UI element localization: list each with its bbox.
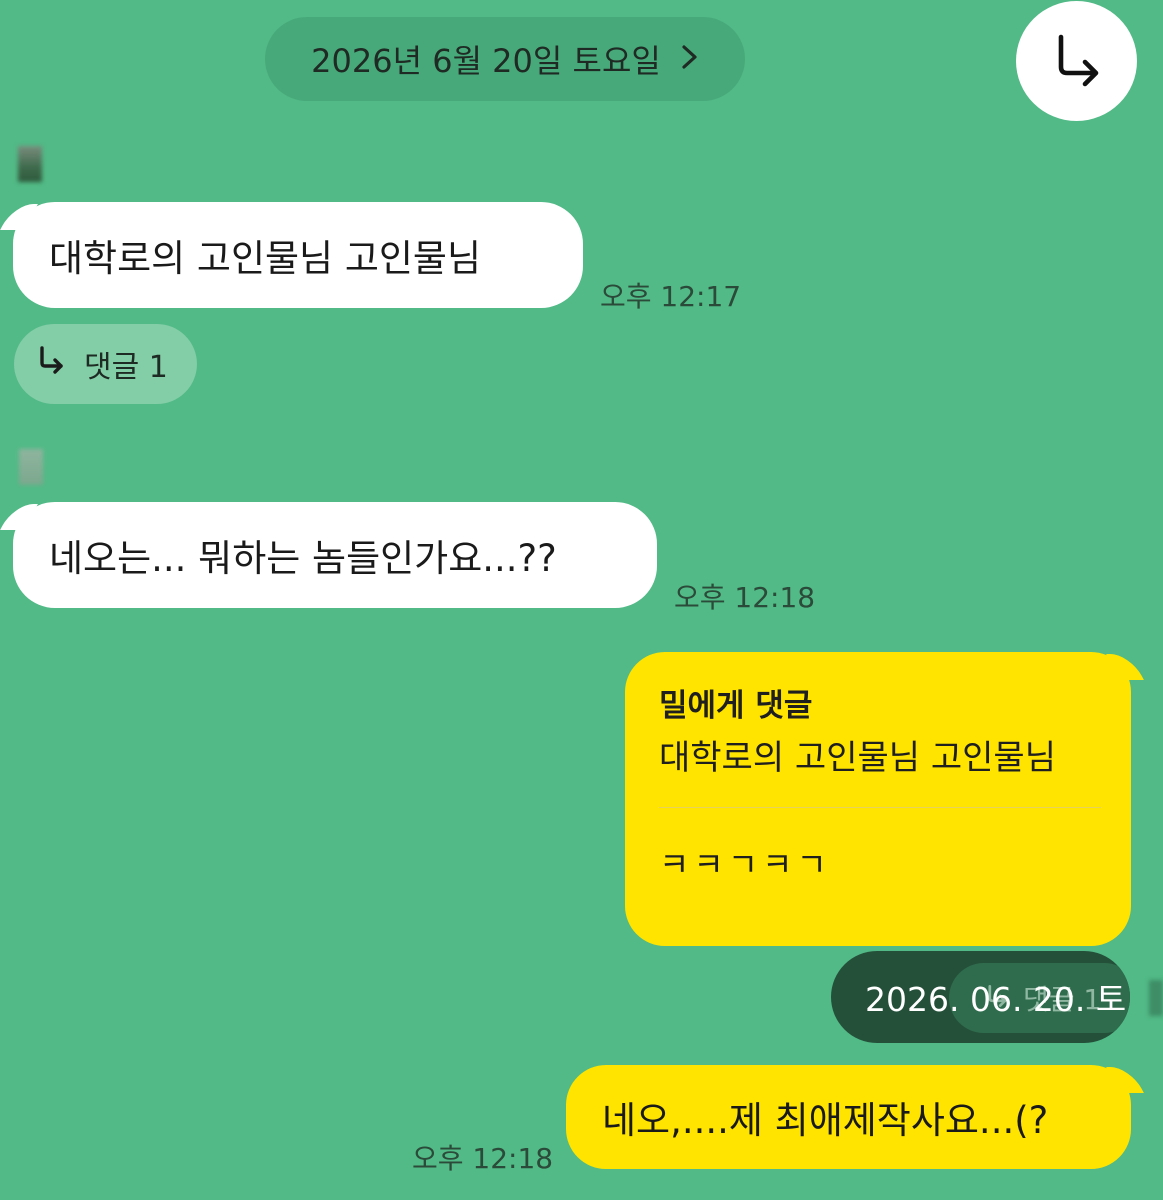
- tooltip-date: 2026. 06. 20. 토: [865, 980, 1127, 1019]
- sender-avatar[interactable]: [18, 146, 42, 182]
- sender-avatar[interactable]: [19, 449, 43, 485]
- message-text: ㅋㅋㄱㅋㄱ: [659, 845, 831, 884]
- date-tooltip: 댓글 1 2026. 06. 20. 토: [831, 951, 1130, 1043]
- message-timestamp: 오후 12:17: [600, 280, 742, 313]
- received-message-bubble[interactable]: 대학로의 고인물님 고인물님: [13, 202, 583, 308]
- reply-shortcut-button[interactable]: [1016, 1, 1137, 121]
- message-timestamp: 오후 12:18: [412, 1142, 554, 1175]
- date-header-button[interactable]: 2026년 6월 20일 토요일: [265, 17, 745, 101]
- date-header-label: 2026년 6월 20일 토요일: [311, 42, 661, 80]
- quoted-message-text: 대학로의 고인물님 고인물님: [659, 738, 1056, 778]
- quote-divider: [659, 807, 1101, 808]
- chevron-right-icon: [681, 39, 699, 79]
- reply-arrow-icon: [36, 345, 66, 383]
- quote-title: 밀에게 댓글: [659, 688, 813, 724]
- reply-arrow-icon: [1049, 31, 1105, 91]
- message-text: 네오는... 뭐하는 놈들인가요...??: [49, 537, 557, 580]
- message-timestamp: 오후 12:18: [674, 581, 816, 614]
- message-text: 네오,....제 최애제작사요...(?: [602, 1099, 1049, 1142]
- message-text: 대학로의 고인물님 고인물님: [49, 237, 482, 280]
- reply-count-button[interactable]: 댓글 1: [14, 324, 197, 404]
- received-message-bubble[interactable]: 네오는... 뭐하는 놈들인가요...??: [13, 502, 657, 608]
- sent-reply-bubble[interactable]: 밀에게 댓글 대학로의 고인물님 고인물님 ㅋㅋㄱㅋㄱ: [625, 652, 1131, 946]
- sent-message-bubble[interactable]: 네오,....제 최애제작사요...(?: [566, 1065, 1131, 1169]
- sender-avatar: [1149, 980, 1163, 1016]
- reply-count-label: 댓글 1: [84, 350, 168, 385]
